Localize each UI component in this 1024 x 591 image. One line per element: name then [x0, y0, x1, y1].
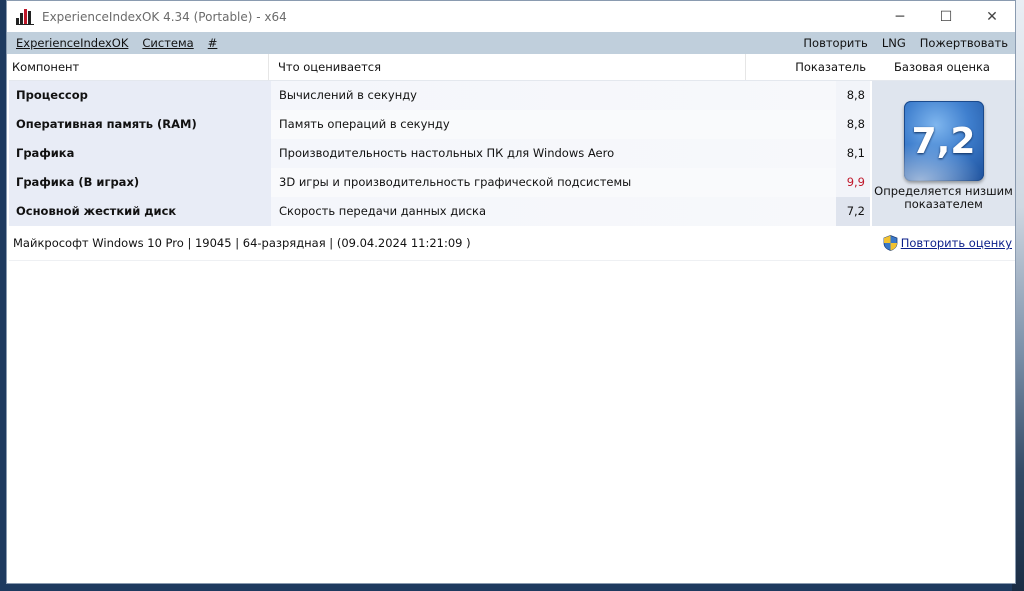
table-row-disk[interactable]: Основной жесткий диск Скорость передачи …	[9, 197, 870, 226]
table-row-cpu[interactable]: Процессор Вычислений в секунду 8,8	[9, 81, 870, 110]
system-info: Майкрософт Windows 10 Pro | 19045 | 64-р…	[13, 236, 471, 250]
cell-component: Основной жесткий диск	[9, 197, 271, 226]
menu-hash[interactable]: #	[201, 32, 225, 54]
menu-label: #	[207, 36, 218, 50]
header-component[interactable]: Компонент	[9, 54, 269, 80]
table-body: Процессор Вычислений в секунду 8,8 Опера…	[9, 81, 1015, 226]
base-score-value: 7,2	[911, 120, 976, 162]
menu-bar: ExperienceIndexOK Система # Повторить LN…	[7, 32, 1015, 54]
uac-shield-icon	[883, 235, 898, 251]
window-controls: ─ ☐ ✕	[877, 1, 1015, 32]
menu-experienceindexok[interactable]: ExperienceIndexOK	[7, 32, 135, 54]
table-row-ram[interactable]: Оперативная память (RAM) Память операций…	[9, 110, 870, 139]
header-what[interactable]: Что оценивается	[269, 54, 746, 80]
app-window: ExperienceIndexOK 4.34 (Portable) - x64 …	[6, 0, 1016, 584]
cell-what: Вычислений в секунду	[271, 81, 836, 110]
maximize-button[interactable]: ☐	[923, 1, 969, 32]
table-row-graphics[interactable]: Графика Производительность настольных ПК…	[9, 139, 870, 168]
cell-what: Производительность настольных ПК для Win…	[271, 139, 836, 168]
cell-what: Память операций в секунду	[271, 110, 836, 139]
status-bar: Майкрософт Windows 10 Pro | 19045 | 64-р…	[9, 226, 1015, 261]
base-score-caption: Определяется низшим показателем	[874, 184, 1013, 211]
rerun-assessment-link[interactable]: Повторить оценку	[901, 236, 1012, 250]
menu-repeat[interactable]: Повторить	[796, 32, 874, 54]
cell-score: 8,8	[836, 81, 870, 110]
menu-label: ExperienceIndexOK	[16, 36, 129, 50]
menu-system[interactable]: Система	[135, 32, 200, 54]
menu-language[interactable]: LNG	[875, 32, 913, 54]
title-bar[interactable]: ExperienceIndexOK 4.34 (Portable) - x64 …	[7, 1, 1015, 32]
table-row-gaming-graphics[interactable]: Графика (В играх) 3D игры и производител…	[9, 168, 870, 197]
cell-component: Оперативная память (RAM)	[9, 110, 271, 139]
window-title: ExperienceIndexOK 4.34 (Portable) - x64	[42, 9, 287, 24]
cell-score: 8,8	[836, 110, 870, 139]
cell-score-highest: 9,9	[836, 168, 870, 197]
cell-component: Графика (В играх)	[9, 168, 271, 197]
score-table: Компонент Что оценивается Показатель Баз…	[9, 54, 1015, 261]
bar-chart-app-icon	[16, 8, 34, 25]
table-header: Компонент Что оценивается Показатель Баз…	[9, 54, 1015, 81]
cell-what: 3D игры и производительность графической…	[271, 168, 836, 197]
header-base-score[interactable]: Базовая оценка	[870, 54, 1014, 80]
rerun-assessment[interactable]: Повторить оценку	[883, 235, 1012, 251]
cell-what: Скорость передачи данных диска	[271, 197, 836, 226]
cell-score: 8,1	[836, 139, 870, 168]
cell-score-lowest: 7,2	[836, 197, 870, 226]
menu-donate[interactable]: Пожертвовать	[913, 32, 1015, 54]
minimize-button[interactable]: ─	[877, 1, 923, 32]
cell-component: Процессор	[9, 81, 271, 110]
close-button[interactable]: ✕	[969, 1, 1015, 32]
header-score[interactable]: Показатель	[746, 54, 870, 80]
base-score-panel: 7,2 Определяется низшим показателем	[872, 81, 1015, 226]
cell-component: Графика	[9, 139, 271, 168]
base-score-badge: 7,2	[903, 101, 984, 181]
menu-label: Система	[142, 36, 194, 50]
